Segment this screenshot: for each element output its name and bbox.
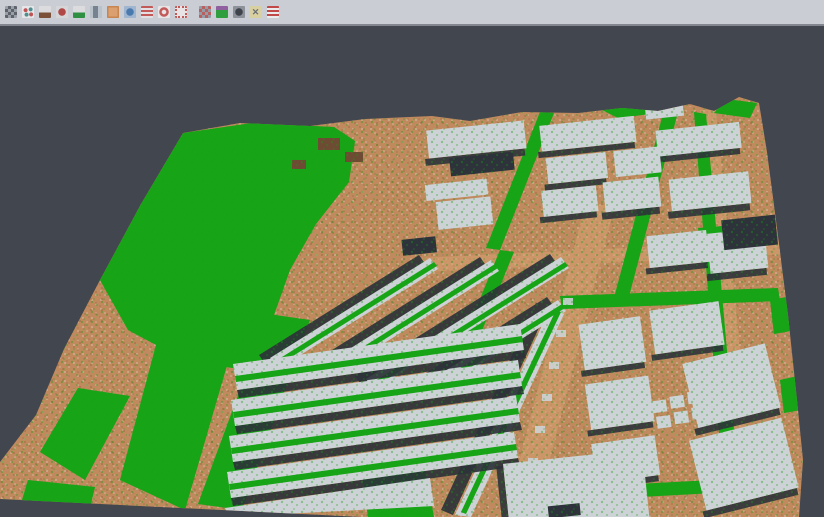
- application-window: { "toolbar": { "buttons": [ {"name":"poi…: [0, 0, 824, 517]
- classify-points-icon[interactable]: [19, 2, 36, 22]
- point-cloud-icon-glyph: [5, 6, 17, 18]
- radius-select-icon-glyph: [158, 6, 170, 18]
- zoom-extents-icon-glyph: [175, 6, 187, 18]
- viewport-container: [0, 28, 824, 517]
- surface-model-icon[interactable]: [70, 2, 87, 22]
- globe-icon-glyph: [124, 6, 136, 18]
- classification-colors-icon[interactable]: [213, 2, 230, 22]
- tile-grid-icon-glyph: [199, 6, 211, 18]
- profile-lines-icon-glyph: [141, 6, 153, 18]
- classification-colors-icon-glyph: [216, 6, 228, 18]
- point-pick-icon[interactable]: [53, 2, 70, 22]
- classify-points-icon-glyph: [22, 6, 34, 18]
- camera-icon[interactable]: [230, 2, 247, 22]
- camera-icon-glyph: [233, 6, 245, 18]
- radius-select-icon[interactable]: [155, 2, 172, 22]
- profile-lines-icon[interactable]: [138, 2, 155, 22]
- surface-model-icon-glyph: [73, 6, 85, 18]
- tile-grid-icon[interactable]: [196, 2, 213, 22]
- annotation-icon[interactable]: [247, 2, 264, 22]
- measure-icon[interactable]: [264, 2, 281, 22]
- toolbar: [0, 0, 824, 26]
- orthophoto-icon[interactable]: [104, 2, 121, 22]
- point-pick-icon-glyph: [56, 6, 68, 18]
- section-view-icon-glyph: [90, 6, 102, 18]
- terrain-model-icon-glyph: [39, 6, 51, 18]
- viewport-3d[interactable]: [0, 28, 824, 517]
- globe-icon[interactable]: [121, 2, 138, 22]
- annotation-icon-glyph: [250, 6, 262, 18]
- terrain-model-icon[interactable]: [36, 2, 53, 22]
- point-cloud-icon[interactable]: [2, 2, 19, 22]
- section-view-icon[interactable]: [87, 2, 104, 22]
- measure-icon-glyph: [267, 6, 279, 18]
- zoom-extents-icon[interactable]: [172, 2, 189, 22]
- orthophoto-icon-glyph: [107, 6, 119, 18]
